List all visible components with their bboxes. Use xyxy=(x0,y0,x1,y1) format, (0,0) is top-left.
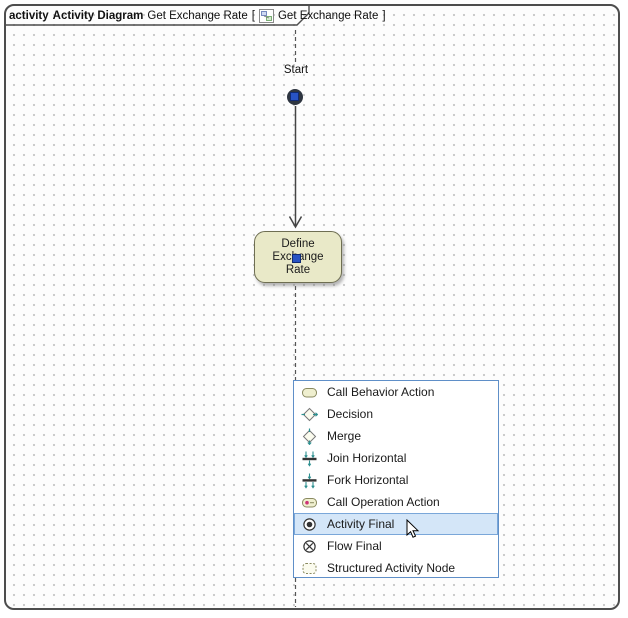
mouse-cursor-icon xyxy=(406,519,420,539)
menu-item-merge[interactable]: Merge xyxy=(294,425,498,447)
frame-bracket-open: [ xyxy=(252,10,255,22)
diagram-icon xyxy=(259,9,274,23)
menu-item-label: Fork Horizontal xyxy=(327,473,408,487)
menu-item-call-operation-action[interactable]: Call Operation Action xyxy=(294,491,498,513)
menu-item-label: Call Operation Action xyxy=(327,495,440,509)
join-horizontal-icon xyxy=(301,450,318,467)
flow-final-icon xyxy=(301,538,318,555)
menu-item-label: Structured Activity Node xyxy=(327,561,455,575)
frame-ref-name: Get Exchange Rate xyxy=(278,10,378,22)
menu-item-fork-horizontal[interactable]: Fork Horizontal xyxy=(294,469,498,491)
merge-icon xyxy=(301,428,318,445)
path-start-handle[interactable] xyxy=(290,92,299,101)
decision-icon xyxy=(301,406,318,423)
action-node-define-exchange-rate[interactable]: Define Exchange Rate xyxy=(254,231,342,283)
diagram-frame-header: activity Activity Diagram Get Exchange R… xyxy=(9,8,386,24)
fork-horizontal-icon xyxy=(301,472,318,489)
menu-item-structured-activity-node[interactable]: Structured Activity Node xyxy=(294,557,498,579)
call-behavior-action-icon xyxy=(301,384,318,401)
menu-item-label: Call Behavior Action xyxy=(327,385,434,399)
structured-activity-node-icon xyxy=(301,560,318,577)
menu-item-label: Flow Final xyxy=(327,539,382,553)
menu-item-flow-final[interactable]: Flow Final xyxy=(294,535,498,557)
menu-item-activity-final[interactable]: Activity Final xyxy=(294,513,498,535)
initial-node-label: Start xyxy=(268,64,324,76)
frame-bracket-close: ] xyxy=(382,10,385,22)
new-element-context-menu: Call Behavior Action Decision Merge xyxy=(293,380,499,578)
menu-item-call-behavior-action[interactable]: Call Behavior Action xyxy=(294,381,498,403)
initial-node[interactable] xyxy=(287,89,303,105)
menu-item-join-horizontal[interactable]: Join Horizontal xyxy=(294,447,498,469)
menu-item-label: Join Horizontal xyxy=(327,451,406,465)
activity-final-icon xyxy=(301,516,318,533)
frame-diagram-name: Get Exchange Rate xyxy=(147,10,247,22)
frame-keyword: activity xyxy=(9,10,49,22)
menu-item-label: Activity Final xyxy=(327,517,394,531)
menu-item-label: Merge xyxy=(327,429,361,443)
call-operation-action-icon xyxy=(301,494,318,511)
frame-diagram-kind: Activity Diagram xyxy=(53,10,144,22)
path-end-handle[interactable] xyxy=(292,254,301,263)
menu-item-decision[interactable]: Decision xyxy=(294,403,498,425)
menu-item-label: Decision xyxy=(327,407,373,421)
